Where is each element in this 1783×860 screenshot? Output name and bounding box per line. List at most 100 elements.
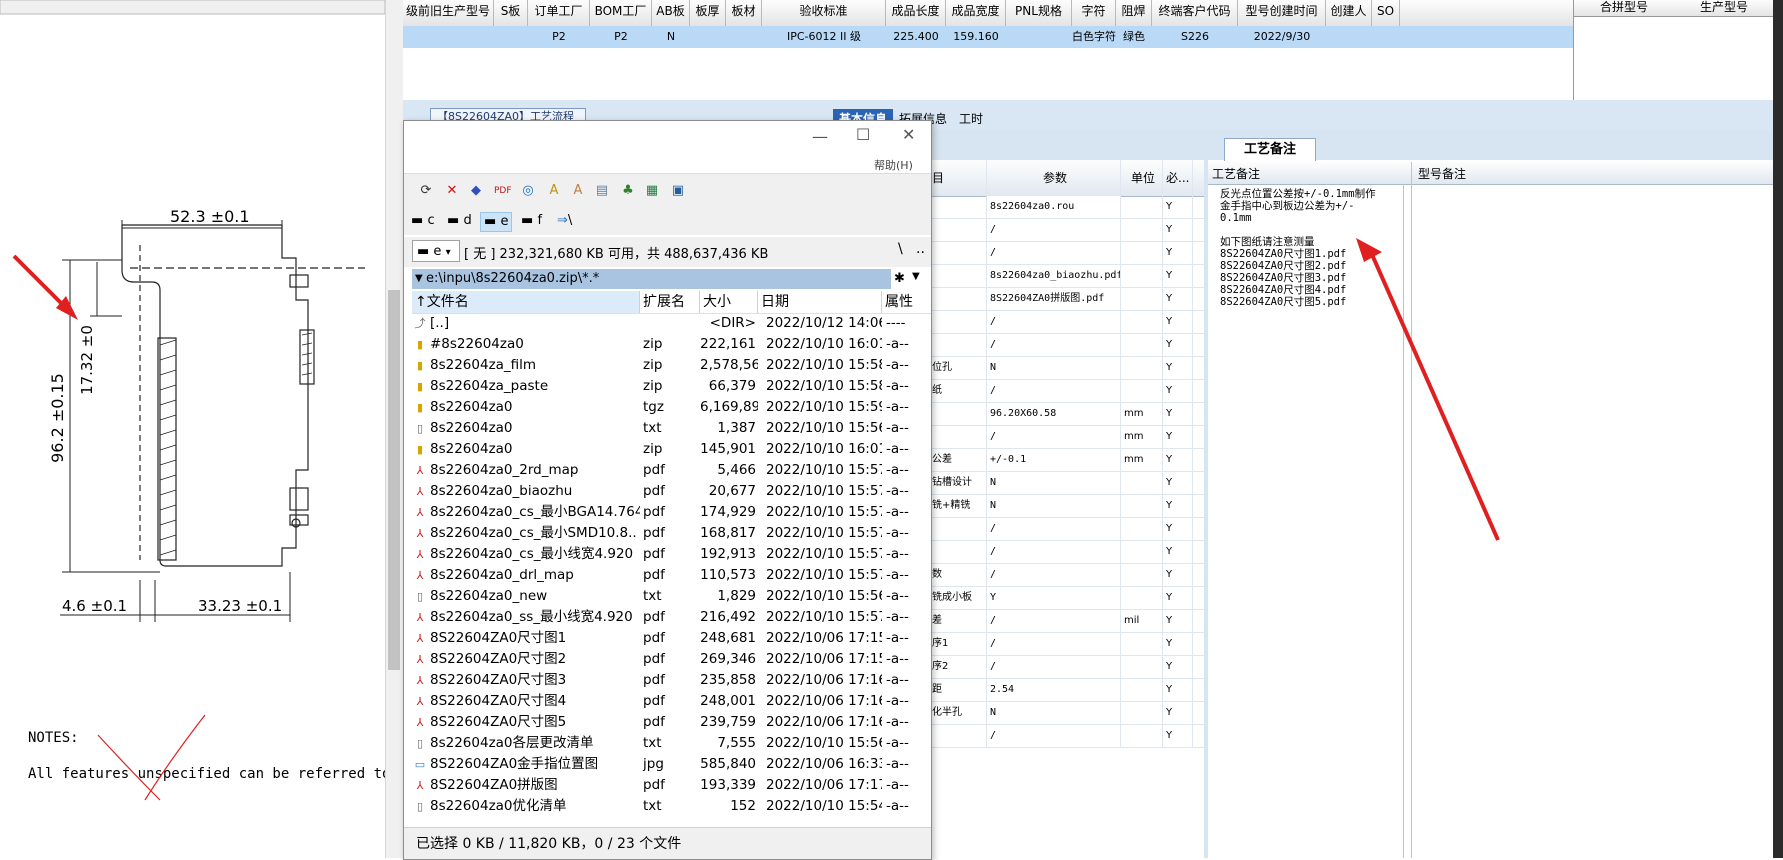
file-row[interactable]: ⅄ 8S22604ZA0拼版图 pdf 193,339 2022/10/06 17:17…	[412, 775, 931, 796]
parameter-row[interactable]: 纸 / Y	[929, 380, 1209, 403]
file-row[interactable]: ▮ 8s22604za0 zip 145,901 2022/10/10 16:01 -a-…	[412, 439, 931, 460]
col-date[interactable]: 日期	[758, 291, 882, 313]
param-value[interactable]: /	[987, 656, 1121, 678]
file-row[interactable]: ⅄ 8s22604za0_2rd_map pdf 5,466 2022/10/10 15…	[412, 460, 931, 481]
parameter-row[interactable]: 序2/ Y	[929, 656, 1209, 679]
drawing-scroll-thumb[interactable]	[388, 290, 400, 670]
help-menu[interactable]: 帮助(H)	[874, 157, 913, 173]
file-row[interactable]: ⅄ 8s22604za0_biaozhu pdf 20,677 2022/10/10 1…	[412, 481, 931, 502]
col-header[interactable]: 目	[929, 160, 987, 196]
col-header[interactable]: 订单工厂	[528, 0, 590, 26]
file-row[interactable]: ⅄ 8s22604za0_cs_最小线宽4.920 pdf 192,913 2022/1…	[412, 544, 931, 565]
current-path[interactable]: ▼ e:\inpu\8s22604za0.zip\*.*	[412, 269, 891, 289]
parameter-row[interactable]: 铣成小板 Y Y	[929, 587, 1209, 610]
tab-process-remarks[interactable]: 工艺备注	[1224, 138, 1316, 161]
minimize-icon[interactable]: —	[812, 127, 828, 146]
file-row[interactable]: ⅄ 8s22604za0_cs_最小SMD10.8.. pdf 168,817 2022…	[412, 523, 931, 544]
refresh-icon[interactable]: ⟳	[418, 183, 434, 199]
maximize-icon[interactable]: ☐	[856, 125, 870, 144]
file-row[interactable]: ⅄ 8S22604ZA0尺寸图3 pdf 235,858 2022/10/06 17:1…	[412, 670, 931, 691]
col-size[interactable]: 大小	[700, 291, 758, 313]
file-row[interactable]: ▮ 8s22604za0 tgz 6,169,899 2022/10/10 15:59-…	[412, 397, 931, 418]
file-row[interactable]: ▮ #8s22604za0 zip 222,161 2022/10/10 16:01 -a…	[412, 334, 931, 355]
drive-c[interactable]: ▬ c	[408, 212, 438, 230]
col-header[interactable]: S板	[494, 0, 528, 26]
col-header[interactable]: 成品宽度	[946, 0, 1006, 26]
parameter-row[interactable]: 化半孔 N Y	[929, 702, 1209, 725]
file-row[interactable]: ▯ 8s22604za0各层更改清单 txt 7,555 2022/10/10 15:5…	[412, 733, 931, 754]
grid-icon[interactable]: ▣	[670, 183, 686, 199]
file-row[interactable]: ⤴ [..] <DIR> 2022/10/12 14:06 ----	[412, 313, 931, 334]
file-row[interactable]: ⅄ 8S22604ZA0尺寸图4 pdf 248,001 2022/10/06 17:1…	[412, 691, 931, 712]
order-grid-row[interactable]: P2 P2 N IPC-6012 II 级 225.400 159.160 白色…	[403, 26, 1573, 48]
parameter-row[interactable]: / Y	[929, 219, 1209, 242]
file-row[interactable]: ⅄ 8s22604za0_cs_最小BGA14.764 pdf 174,929 2022…	[412, 502, 931, 523]
param-value[interactable]: /	[987, 380, 1121, 402]
tree-icon[interactable]: ♣	[620, 183, 636, 199]
file-row[interactable]: ▯ 8s22604za0_new txt 1,829 2022/10/10 15:56-…	[412, 586, 931, 607]
drive-f[interactable]: ▬ f	[518, 212, 545, 230]
param-value[interactable]: /	[987, 610, 1121, 632]
parameter-row[interactable]: 位孔 N Y	[929, 357, 1209, 380]
col-header[interactable]: 级前旧生产型号	[403, 0, 494, 26]
col-header[interactable]: 成品长度	[886, 0, 946, 26]
parameter-row[interactable]: 钻槽设计 N Y	[929, 472, 1209, 495]
col-header[interactable]: PNL规格	[1006, 0, 1072, 26]
col-header[interactable]: 型号创建时间	[1238, 0, 1326, 26]
param-value[interactable]: 8S22604ZA0拼版图.pdf	[987, 288, 1121, 310]
parameter-row[interactable]: 8s22604za0.rou Y	[929, 196, 1209, 219]
parameter-row[interactable]: 公差 +/-0.1 mm Y	[929, 449, 1209, 472]
file-row[interactable]: ⅄ 8s22604za0_ss_最小线宽4.920 pdf 216,492 2022/1…	[412, 607, 931, 628]
param-value[interactable]: Y	[987, 587, 1121, 609]
param-value[interactable]: /	[987, 219, 1121, 241]
col-ext[interactable]: 扩展名	[640, 291, 700, 313]
col-header[interactable]: 板厚	[690, 0, 726, 26]
tab-work-hours[interactable]: 工时	[953, 109, 989, 129]
col-header[interactable]: 阻焊	[1116, 0, 1152, 26]
root-button[interactable]: \	[898, 241, 903, 257]
param-value[interactable]: 8s22604za0.rou	[987, 196, 1121, 218]
param-value[interactable]: N	[987, 495, 1121, 517]
col-header[interactable]: AB板	[652, 0, 690, 26]
param-value[interactable]: N	[987, 702, 1121, 724]
param-value[interactable]: N	[987, 472, 1121, 494]
file-row[interactable]: ▯ 8s22604za0 txt 1,387 2022/10/10 15:56 -a--	[412, 418, 931, 439]
parameter-row[interactable]: / Y	[929, 518, 1209, 541]
file-row[interactable]: ▮ 8s22604za_film zip 2,578,564 2022/10/10 15…	[412, 355, 931, 376]
parameter-row[interactable]: 8s22604za0_biaozhu.pdf Y	[929, 265, 1209, 288]
parameter-row[interactable]: / mm Y	[929, 426, 1209, 449]
param-value[interactable]: /	[987, 311, 1121, 333]
drive-d[interactable]: ▬ d	[444, 212, 475, 230]
col-header[interactable]: BOM工厂	[590, 0, 652, 26]
col-header[interactable]: 参数	[987, 160, 1121, 196]
param-value[interactable]: /	[987, 242, 1121, 264]
file-row[interactable]: ⅄ 8S22604ZA0尺寸图1 pdf 248,681 2022/10/06 17:1…	[412, 628, 931, 649]
parameter-row[interactable]: / Y	[929, 242, 1209, 265]
col-header[interactable]: 生产型号	[1674, 0, 1774, 16]
parameter-row[interactable]: 距 2.54 Y	[929, 679, 1209, 702]
parameter-row[interactable]: 差 / mil Y	[929, 610, 1209, 633]
param-value[interactable]: 2.54	[987, 679, 1121, 701]
parameter-row[interactable]: 数 / Y	[929, 564, 1209, 587]
delete-icon[interactable]: ✕	[444, 183, 460, 199]
param-value[interactable]: /	[987, 426, 1121, 448]
col-header[interactable]: 单位	[1121, 160, 1163, 196]
col-name[interactable]: ↑文件名	[412, 291, 640, 313]
parameter-row[interactable]: 8S22604ZA0拼版图.pdf Y	[929, 288, 1209, 311]
drive-e[interactable]: ▬ e	[480, 212, 513, 232]
file-row[interactable]: ▭ 8S22604ZA0金手指位置图 jpg 585,840 2022/10/06 16…	[412, 754, 931, 775]
param-value[interactable]: /	[987, 518, 1121, 540]
cube-icon[interactable]: ◆	[468, 183, 484, 199]
col-header[interactable]: 字符	[1072, 0, 1116, 26]
parameter-row[interactable]: / Y	[929, 541, 1209, 564]
text-icon[interactable]: A	[570, 183, 586, 199]
param-value[interactable]: /	[987, 633, 1121, 655]
param-value[interactable]: /	[987, 725, 1121, 747]
file-row[interactable]: ⅄ 8S22604ZA0尺寸图5 pdf 239,759 2022/10/06 17:1…	[412, 712, 931, 733]
col-header[interactable]: 终端客户代码	[1152, 0, 1238, 26]
file-row[interactable]: ▯ 8s22604za0优化清单 txt 152 2022/10/10 15:54 -a-…	[412, 796, 931, 817]
param-value[interactable]: /	[987, 334, 1121, 356]
col-attr[interactable]: 属性	[882, 291, 928, 313]
param-value[interactable]: 8s22604za0_biaozhu.pdf	[987, 265, 1121, 287]
network-drive[interactable]: ⇒\	[554, 212, 575, 230]
